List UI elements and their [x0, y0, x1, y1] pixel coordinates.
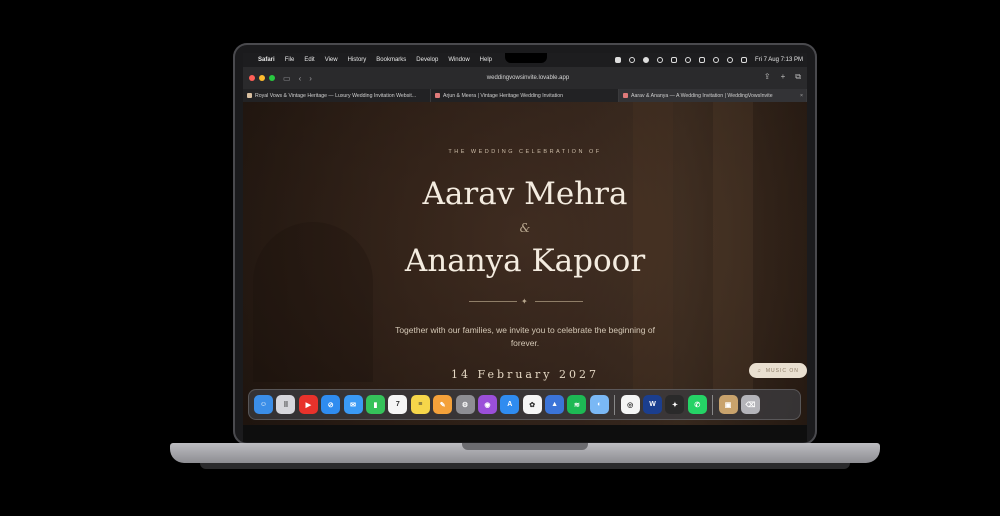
dock-webex-icon[interactable]: W [643, 395, 663, 414]
tab-close-icon[interactable]: × [800, 93, 803, 99]
invite-text: Together with our families, we invite yo… [395, 325, 655, 348]
wedding-date: 14 February 2027 [451, 368, 599, 381]
dock-figma-icon[interactable]: ✦ [665, 395, 685, 414]
tab-title: Royal Vows & Vintage Heritage — Luxury W… [255, 92, 417, 99]
dock-notes-icon[interactable]: ≡ [410, 395, 430, 414]
status-area: Fri 7 Aug 7:13 PM [614, 53, 803, 67]
groom-name: Aarav Mehra [422, 176, 628, 212]
dock-keynote-icon[interactable]: ▲ [545, 395, 565, 414]
dock-trash-icon[interactable]: ⌫ [740, 395, 760, 414]
dock-chrome-icon[interactable]: ◎ [620, 395, 640, 414]
camera-notch [505, 53, 547, 63]
dock-whatsapp-icon[interactable]: ✆ [687, 395, 707, 414]
close-window-button[interactable] [249, 75, 255, 81]
clock[interactable]: Fri 7 Aug 7:13 PM [755, 57, 803, 63]
screen: Safari File Edit View History Bookmarks … [243, 53, 807, 442]
share-button[interactable]: ⇪ [764, 72, 771, 82]
dock-photos-icon[interactable]: ✿ [522, 395, 542, 414]
menu-safari[interactable]: Safari [258, 57, 275, 63]
sidebar-toggle-icon[interactable]: ▭ [283, 74, 291, 83]
window-controls [249, 75, 275, 81]
dock-safari-icon[interactable]: ⊘ [321, 395, 341, 414]
tab-overview-button[interactable]: ⧉ [795, 72, 801, 82]
battery-icon[interactable] [698, 57, 705, 63]
dock-pages-icon[interactable]: ✎ [433, 395, 453, 414]
browser-toolbar: ▭ ‹ › weddingvowsinvite.lovable.app ⇪ + … [243, 67, 807, 89]
dock-system-settings-icon[interactable]: ⚙ [455, 395, 475, 414]
tab-title: Aarav & Ananya — A Wedding Invitation | … [631, 92, 773, 99]
tab-arjun-meera[interactable]: Arjun & Meera | Vintage Heritage Wedding… [431, 89, 619, 102]
ampersand: & [519, 221, 531, 235]
dock-migration-icon[interactable]: ◐ [589, 395, 609, 414]
tab-bar: Royal Vows & Vintage Heritage — Luxury W… [243, 89, 807, 102]
eyebrow-text: THE WEDDING CELEBRATION OF [448, 149, 602, 155]
divider-right [535, 301, 583, 302]
tab-favicon-icon [247, 93, 252, 98]
music-label: MUSIC ON [765, 367, 799, 374]
search-icon[interactable] [726, 57, 733, 63]
laptop-base-shadow [200, 463, 850, 469]
music-toggle-button[interactable]: ♫ MUSIC ON [749, 363, 807, 378]
forward-button[interactable]: › [309, 74, 312, 83]
dock-facetime-icon[interactable]: ▮ [365, 395, 385, 414]
address-bar[interactable]: weddingvowsinvite.lovable.app [408, 72, 648, 84]
bride-name: Ananya Kapoor [404, 243, 646, 279]
divider-ornament-icon: ✦ [521, 297, 528, 306]
tab-favicon-icon [435, 93, 440, 98]
status-record-icon[interactable] [642, 57, 649, 63]
url-text[interactable]: weddingvowsinvite.lovable.app [487, 75, 569, 81]
menu-window[interactable]: Window [448, 57, 469, 63]
new-tab-button[interactable]: + [781, 72, 786, 82]
menu-history[interactable]: History [348, 57, 367, 63]
menu-edit[interactable]: Edit [304, 57, 314, 63]
tab-title: Arjun & Meera | Vintage Heritage Wedding… [443, 92, 563, 99]
control-center-icon[interactable] [740, 57, 747, 63]
dock-launchpad-icon[interactable]: ⠿ [276, 395, 296, 414]
divider-left [469, 301, 517, 302]
tab-favicon-icon [623, 93, 628, 98]
tab-royal-vows[interactable]: Royal Vows & Vintage Heritage — Luxury W… [243, 89, 431, 102]
status-circle-icon[interactable] [628, 57, 635, 63]
menu-file[interactable]: File [285, 57, 295, 63]
screen-bottom-bezel [243, 425, 807, 442]
tab-aarav-ananya[interactable]: Aarav & Ananya — A Wedding Invitation | … [619, 89, 807, 102]
dock-calendar-icon[interactable]: 7 [388, 395, 408, 414]
menu-help[interactable]: Help [480, 57, 492, 63]
zoom-window-button[interactable] [269, 75, 275, 81]
status-target-icon[interactable] [656, 57, 663, 63]
dock-separator [614, 394, 616, 415]
back-button[interactable]: ‹ [299, 74, 302, 83]
dock-mail-icon[interactable]: ✉ [343, 395, 363, 414]
dock-spotify-icon[interactable]: ≋ [567, 395, 587, 414]
dock: ☺ ⠿ ▶ ⊘ ✉ ▮ 7 ≡ ✎ ⚙ ◉ A ✿ ▲ ≋ ◐ ◎ W ✦ ✆ ▣ ⌫ [248, 389, 801, 420]
dock-app-store-icon[interactable]: A [500, 395, 520, 414]
toolbar-actions: ⇪ + ⧉ [764, 72, 801, 82]
dock-youtube-icon[interactable]: ▶ [298, 395, 318, 414]
minimize-window-button[interactable] [259, 75, 265, 81]
status-box-icon[interactable] [670, 57, 677, 63]
dock-preview-icon[interactable]: ▣ [718, 395, 738, 414]
status-bluetooth-icon[interactable] [684, 57, 691, 63]
dock-podcasts-icon[interactable]: ◉ [477, 395, 497, 414]
laptop-base-notch [462, 443, 588, 450]
dock-separator [712, 394, 714, 415]
music-note-icon: ♫ [757, 367, 762, 374]
menu-develop[interactable]: Develop [416, 57, 438, 63]
dock-finder-icon[interactable]: ☺ [254, 395, 273, 414]
status-app-icon[interactable] [614, 57, 621, 63]
wifi-icon[interactable] [712, 57, 719, 63]
menu-bookmarks[interactable]: Bookmarks [376, 57, 406, 63]
menu-view[interactable]: View [325, 57, 338, 63]
